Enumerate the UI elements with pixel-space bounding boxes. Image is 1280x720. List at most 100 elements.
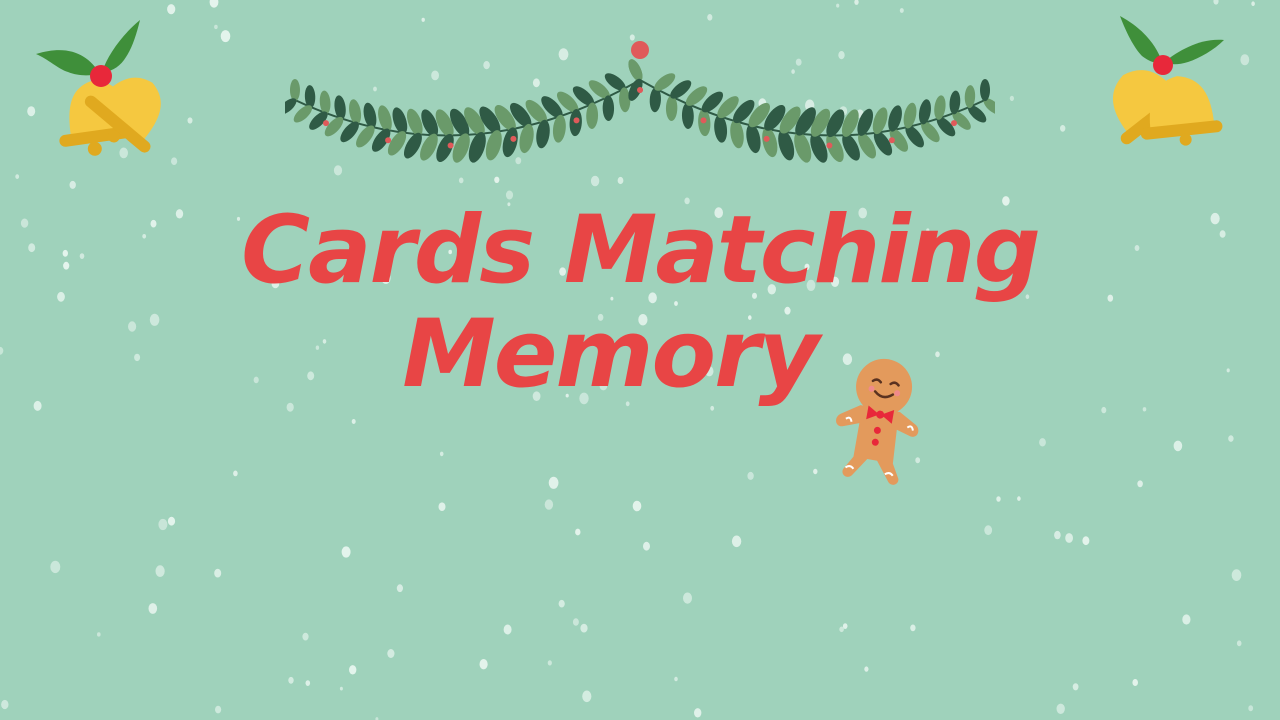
garland-top-berry-icon <box>631 41 649 59</box>
snowflake <box>836 3 840 8</box>
snowflake <box>674 676 678 682</box>
snowflake <box>547 660 552 666</box>
snowflake <box>97 632 101 637</box>
snowflake <box>580 623 588 633</box>
garland-leaf <box>980 78 991 102</box>
title-screen: Cards Matching Memory <box>0 0 1280 720</box>
snowflake <box>233 470 238 477</box>
snowflake <box>438 502 446 512</box>
snowflake <box>479 659 488 670</box>
snowflake <box>1248 705 1254 712</box>
snowflake <box>288 676 294 684</box>
snowflake <box>1231 569 1242 581</box>
snowflake <box>996 496 1001 502</box>
garland-icon <box>285 41 995 163</box>
snowflake <box>1039 438 1046 447</box>
snowflake <box>220 30 231 43</box>
snowflake <box>439 451 444 457</box>
snowflake <box>1240 54 1250 66</box>
snowflake <box>148 603 158 614</box>
snowflake <box>1060 124 1066 132</box>
snowflake <box>1056 703 1065 714</box>
holly-berry-icon <box>1153 55 1173 75</box>
gingerbread-man-icon <box>836 358 919 485</box>
garland-berry <box>510 135 517 142</box>
snowflake <box>910 624 916 632</box>
snowflake <box>707 13 713 21</box>
snowflake <box>984 525 993 536</box>
snowflake <box>1017 496 1021 501</box>
snowflake <box>302 632 309 641</box>
snowflake <box>1236 640 1242 647</box>
snowflake <box>899 8 904 13</box>
garland-berry <box>385 137 392 144</box>
snowflake <box>747 471 754 480</box>
snowflake <box>683 592 692 604</box>
snowflake <box>694 708 702 718</box>
snowflake <box>1009 95 1015 101</box>
snowflake <box>396 584 403 593</box>
snowflake <box>582 690 592 703</box>
snowflake <box>421 17 425 22</box>
garland-berry <box>700 117 707 124</box>
snowflake <box>575 528 581 536</box>
snowflake <box>341 546 351 558</box>
holly-berry-icon <box>90 65 112 87</box>
snowflake <box>813 468 818 475</box>
snowflake <box>544 499 554 510</box>
game-title-line-2: Memory <box>402 300 819 409</box>
snowflake <box>1137 480 1143 488</box>
garland-berry <box>826 142 833 149</box>
garland-leaf <box>602 95 615 121</box>
snowflake <box>864 666 869 672</box>
garland-leaf <box>289 78 300 102</box>
snowflake <box>1065 533 1073 543</box>
snowflake <box>1182 614 1191 625</box>
snowflake <box>1 699 9 710</box>
snowflake <box>187 117 193 124</box>
snowflake <box>643 541 650 551</box>
snowflake <box>632 500 642 512</box>
snowflake <box>167 516 176 526</box>
snowflake <box>548 476 559 489</box>
snowflake <box>1072 683 1079 691</box>
snowflake <box>1228 435 1234 442</box>
snowflake <box>351 419 356 424</box>
snowflake <box>349 665 357 675</box>
garland-berry <box>637 87 643 93</box>
snowflake <box>558 599 565 608</box>
holly-leaves-icon <box>36 20 140 76</box>
snowflake <box>167 4 176 15</box>
snowflake <box>839 626 844 633</box>
snowflake <box>305 680 311 686</box>
bells-with-holly-icon <box>36 20 161 156</box>
snowflake <box>214 568 222 578</box>
snowflake <box>15 174 20 180</box>
snowflake <box>1132 679 1138 686</box>
snowflake <box>155 565 165 577</box>
snowflake <box>572 618 579 626</box>
garland-leaf <box>628 59 643 82</box>
snowflake <box>158 518 168 531</box>
snowflake <box>1173 440 1183 452</box>
garland-berry <box>888 137 895 144</box>
garland-berry <box>447 142 454 149</box>
snowflake <box>50 560 61 574</box>
snowflake <box>387 649 395 658</box>
game-title-line-1: Cards Matching <box>241 196 1041 305</box>
garland-leaves <box>285 59 995 163</box>
snowflake <box>1251 1 1255 6</box>
snowflake <box>214 24 218 30</box>
snowflake <box>731 535 742 548</box>
holly-leaves-icon <box>1120 16 1224 65</box>
bells-with-holly-icon <box>1112 16 1224 146</box>
snowflake <box>1054 530 1061 540</box>
snowflake <box>215 705 222 714</box>
snowflake <box>1082 536 1090 546</box>
garland-berry <box>763 135 770 142</box>
garland-berry <box>573 117 580 124</box>
snowflake <box>339 686 343 691</box>
snowflake <box>69 180 76 189</box>
snowflake <box>503 624 512 635</box>
garland-leaf <box>665 95 678 121</box>
